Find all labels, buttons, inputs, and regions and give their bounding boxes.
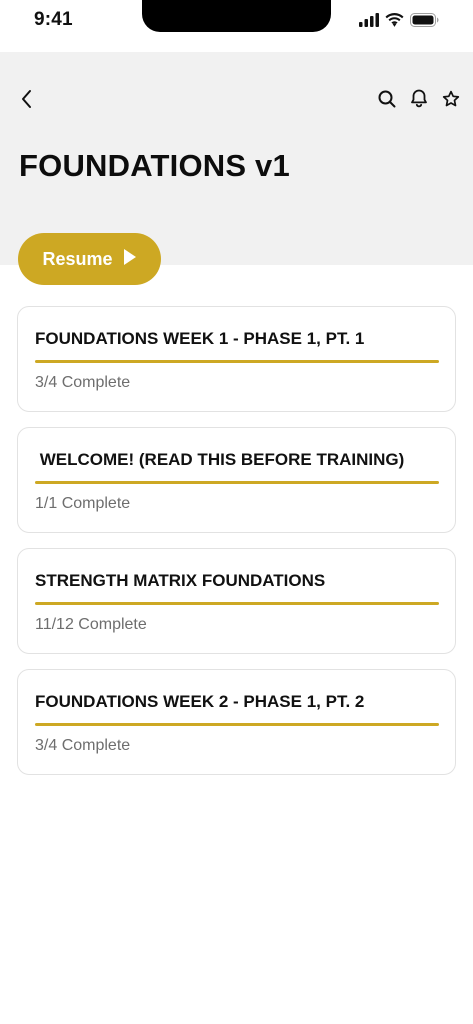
card-status: 11/12 Complete bbox=[35, 616, 147, 633]
signal-icon bbox=[359, 13, 379, 27]
progress-bar-fill bbox=[35, 360, 439, 363]
search-icon bbox=[378, 90, 396, 113]
star-icon bbox=[442, 90, 460, 113]
resume-button[interactable]: Resume bbox=[18, 233, 161, 285]
card-title: STRENGTH MATRIX FOUNDATIONS bbox=[35, 571, 326, 590]
progress-bar-fill bbox=[35, 602, 439, 605]
favorite-button[interactable] bbox=[435, 88, 467, 114]
card-status: 1/1 Complete bbox=[35, 495, 131, 512]
notifications-button[interactable] bbox=[403, 88, 435, 114]
status-bar: 9:41 bbox=[0, 0, 473, 52]
progress-bar bbox=[35, 360, 439, 363]
device-notch bbox=[142, 0, 331, 32]
progress-bar bbox=[35, 602, 439, 605]
program-card[interactable]: STRENGTH MATRIX FOUNDATIONS 11/12 Comple… bbox=[17, 548, 456, 654]
card-title: FOUNDATIONS WEEK 1 - PHASE 1, PT. 1 bbox=[35, 329, 365, 348]
wifi-icon bbox=[385, 13, 404, 27]
status-icons bbox=[359, 13, 439, 27]
resume-label: Resume bbox=[42, 248, 113, 269]
header-actions bbox=[371, 88, 467, 114]
battery-icon bbox=[410, 13, 439, 27]
progress-bar bbox=[35, 481, 439, 484]
card-status: 3/4 Complete bbox=[35, 374, 131, 391]
progress-bar bbox=[35, 723, 439, 726]
page-title: FOUNDATIONS v1 bbox=[19, 148, 290, 183]
status-time: 9:41 bbox=[34, 9, 73, 30]
card-title: FOUNDATIONS WEEK 2 - PHASE 1, PT. 2 bbox=[35, 692, 365, 711]
card-title: WELCOME! (READ THIS BEFORE TRAINING) bbox=[35, 450, 405, 469]
card-status: 3/4 Complete bbox=[35, 737, 131, 754]
program-card[interactable]: FOUNDATIONS WEEK 2 - PHASE 1, PT. 2 3/4 … bbox=[17, 669, 456, 775]
program-card[interactable]: FOUNDATIONS WEEK 1 - PHASE 1, PT. 1 3/4 … bbox=[17, 306, 456, 412]
progress-bar-fill bbox=[35, 723, 439, 726]
play-icon bbox=[123, 248, 137, 271]
progress-bar-fill bbox=[35, 481, 439, 484]
program-card[interactable]: WELCOME! (READ THIS BEFORE TRAINING) 1/1… bbox=[17, 427, 456, 533]
back-button[interactable] bbox=[14, 88, 40, 114]
program-card-list: FOUNDATIONS WEEK 1 - PHASE 1, PT. 1 3/4 … bbox=[17, 306, 456, 790]
bell-icon bbox=[410, 89, 428, 113]
search-button[interactable] bbox=[371, 88, 403, 114]
app-screen: 9:41 FOUNDATIONS v1 Resume FOUNDATIONS W… bbox=[0, 0, 473, 1024]
chevron-left-icon bbox=[20, 89, 34, 114]
